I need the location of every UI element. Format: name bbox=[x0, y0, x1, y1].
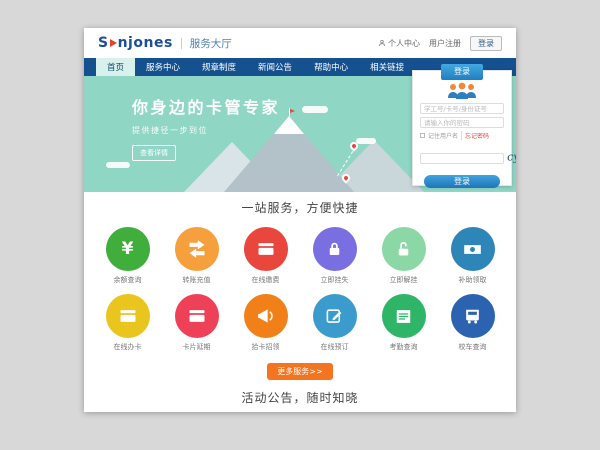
user-register-link[interactable]: 用户注册 bbox=[429, 38, 461, 49]
login-submit-button[interactable]: 登录 bbox=[424, 175, 500, 188]
header-login-button[interactable]: 登录 bbox=[470, 36, 502, 51]
service-report-loss[interactable]: 立即挂失 bbox=[300, 227, 369, 285]
captcha-input[interactable] bbox=[420, 153, 504, 164]
username-input[interactable] bbox=[420, 103, 504, 114]
cloud-icon bbox=[302, 106, 328, 113]
more-services-button[interactable]: 更多服务>> bbox=[267, 363, 332, 380]
nav-service-center[interactable]: 服务中心 bbox=[135, 58, 191, 76]
banner-title: 你身边的卡管专家 bbox=[132, 94, 280, 118]
services-grid: ¥ 余额查询 转账充值 在线缴费 bbox=[93, 227, 507, 352]
services-section: 一站服务，方便快捷 ¥ 余额查询 转账充值 bbox=[84, 192, 516, 380]
service-subsidy-collect[interactable]: 补助领取 bbox=[438, 227, 507, 285]
unlock-icon bbox=[394, 240, 413, 259]
header: S njones 服务大厅 个人中心 用户注册 登录 bbox=[84, 28, 516, 58]
service-school-bus-query[interactable]: 校车查询 bbox=[438, 294, 507, 352]
nav-home[interactable]: 首页 bbox=[96, 58, 135, 76]
user-register-label: 用户注册 bbox=[429, 38, 461, 49]
service-online-payment[interactable]: 在线缴费 bbox=[231, 227, 300, 285]
flag-icon bbox=[290, 109, 295, 113]
header-divider bbox=[181, 38, 182, 49]
users-group-icon bbox=[445, 82, 479, 100]
logo[interactable]: S njones bbox=[98, 35, 173, 51]
personal-center-link[interactable]: 个人中心 bbox=[378, 38, 420, 49]
nav-related-links[interactable]: 相关链接 bbox=[359, 58, 415, 76]
yen-icon: ¥ bbox=[122, 241, 134, 258]
login-panel: 登录 记住用户名 忘记密码 cyvp 换一张 登录 bbox=[412, 70, 512, 186]
announcements-section: 活动公告，随时知晓 使用指南 最新公告 更多>> 使用指南 更多>> bbox=[84, 380, 516, 412]
login-tab[interactable]: 登录 bbox=[441, 64, 483, 80]
portal-page: S njones 服务大厅 个人中心 用户注册 登录 首页 服务中心 规章制度 … bbox=[84, 28, 516, 412]
card-icon bbox=[187, 306, 207, 326]
service-online-booking[interactable]: 在线预订 bbox=[300, 294, 369, 352]
user-icon bbox=[378, 39, 386, 47]
cloud-icon bbox=[106, 162, 130, 168]
nav-help-center[interactable]: 帮助中心 bbox=[303, 58, 359, 76]
remember-checkbox[interactable] bbox=[420, 133, 425, 138]
banner-cta-button[interactable]: 查看详情 bbox=[132, 145, 176, 161]
logo-arrow-icon bbox=[110, 39, 117, 47]
service-balance-query[interactable]: ¥ 余额查询 bbox=[93, 227, 162, 285]
header-right: 个人中心 用户注册 登录 bbox=[378, 36, 502, 51]
service-apply-card[interactable]: 在线办卡 bbox=[93, 294, 162, 352]
transfer-icon bbox=[187, 239, 207, 259]
captcha-image[interactable]: cyvp bbox=[507, 149, 516, 163]
personal-center-label: 个人中心 bbox=[388, 38, 420, 49]
nav-rules[interactable]: 规章制度 bbox=[191, 58, 247, 76]
banner-subtitle: 提供捷径一步到位 bbox=[132, 125, 280, 136]
service-card-renewal[interactable]: 卡片延期 bbox=[162, 294, 231, 352]
service-cancel-loss[interactable]: 立即解挂 bbox=[369, 227, 438, 285]
edit-icon bbox=[325, 307, 344, 326]
site-name: 服务大厅 bbox=[190, 36, 232, 51]
cloud-icon bbox=[356, 138, 376, 144]
card-icon bbox=[118, 306, 138, 326]
announcements-title: 活动公告，随时知晓 bbox=[84, 389, 516, 406]
lock-icon bbox=[325, 240, 344, 259]
list-icon bbox=[394, 307, 413, 326]
service-transfer-recharge[interactable]: 转账充值 bbox=[162, 227, 231, 285]
logo-text-rest: njones bbox=[118, 35, 173, 51]
forgot-password-link[interactable]: 忘记密码 bbox=[461, 131, 489, 140]
service-card-claim[interactable]: 拾卡招领 bbox=[231, 294, 300, 352]
service-attendance-query[interactable]: 考勤查询 bbox=[369, 294, 438, 352]
card-icon bbox=[256, 239, 276, 259]
nav-news[interactable]: 新闻公告 bbox=[247, 58, 303, 76]
logo-text-s: S bbox=[98, 35, 109, 51]
megaphone-icon bbox=[256, 306, 276, 326]
services-title: 一站服务，方便快捷 bbox=[84, 199, 516, 216]
remember-label: 记住用户名 bbox=[428, 131, 458, 140]
bus-icon bbox=[463, 307, 482, 326]
banknote-icon bbox=[462, 239, 483, 260]
password-input[interactable] bbox=[420, 117, 504, 128]
